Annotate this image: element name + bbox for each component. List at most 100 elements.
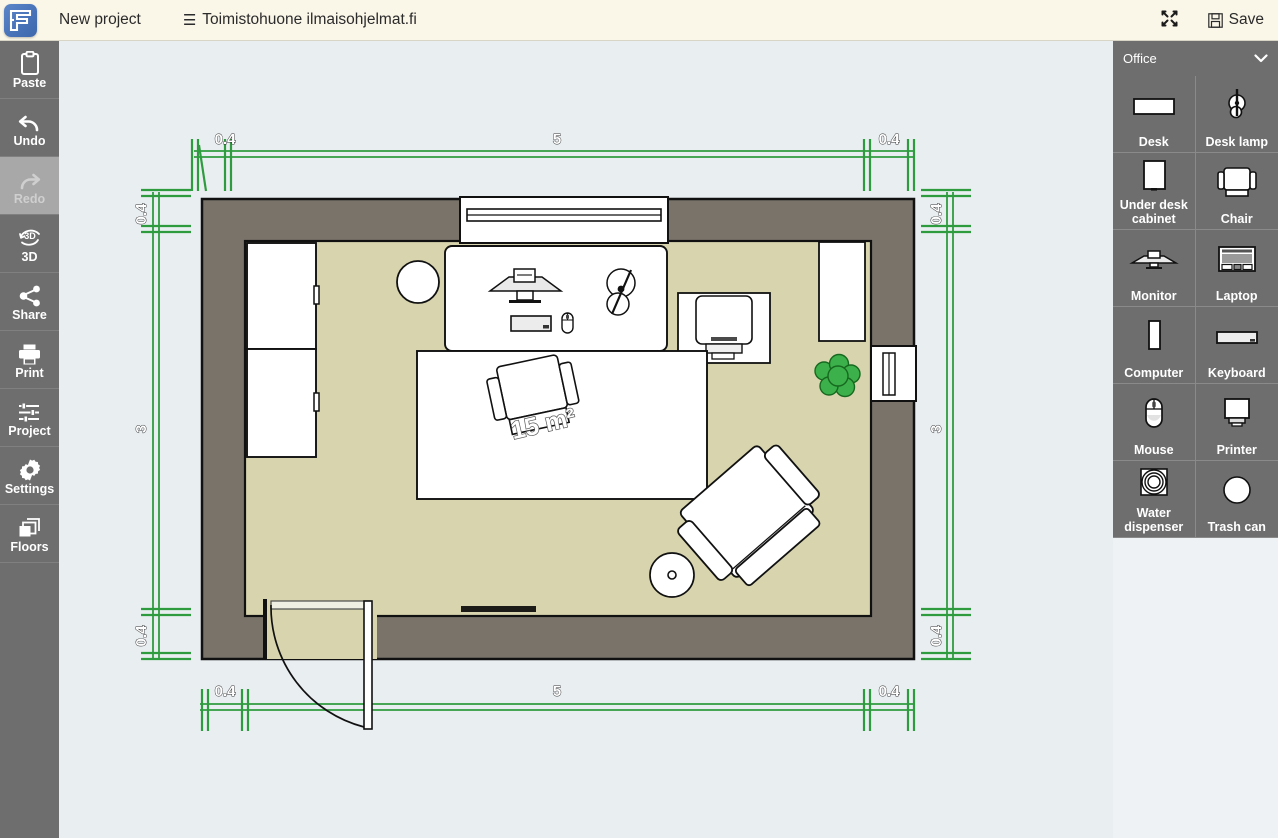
monitor-icon [1113,230,1195,289]
sliders-icon [17,398,42,424]
catalog-item-water-dispenser[interactable]: Water dispenser [1113,461,1196,538]
dim-bottom-center: 5 [553,683,561,700]
catalog-item-label: Computer [1124,366,1184,380]
svg-text:3D: 3D [24,231,36,241]
desk-icon [1113,76,1195,135]
clipboard-icon [19,50,41,76]
floorplan-svg[interactable]: .dimtxt { font-family:"Liberation Sans",… [59,41,1113,838]
floorplan-canvas[interactable]: .dimtxt { font-family:"Liberation Sans",… [59,41,1113,838]
hamburger-menu-icon[interactable]: ☰ [183,11,196,29]
dimension-right: 0.4 3 0.4 [921,188,971,661]
3d-rotate-icon: 3D [16,224,44,250]
catalog-item-label: Printer [1216,443,1257,457]
catalog-item-label: Laptop [1215,289,1258,303]
category-selected-label: Office [1123,51,1157,66]
save-label: Save [1228,11,1264,28]
catalog-item-label: Monitor [1130,289,1177,303]
catalog-grid: Desk Desk lamp Under desk cabinet Chair … [1113,76,1278,538]
dim-right-top: 0.4 [928,203,945,225]
tool-undo[interactable]: Undo [0,99,59,157]
round-table[interactable] [396,260,440,304]
tool-print[interactable]: Print [0,331,59,389]
share-nodes-icon [18,282,42,308]
new-project-button[interactable]: New project [59,11,141,29]
tool-label: Redo [13,191,46,206]
desk[interactable] [444,245,668,352]
tool-label: Print [15,365,44,380]
catalog-item-label: Water dispenser [1124,506,1184,534]
catalog-item-label: Under desk cabinet [1119,198,1188,226]
catalog-item-label: Trash can [1207,520,1266,534]
fullscreen-icon[interactable] [1161,10,1178,30]
printer-item-icon [1196,384,1278,443]
catalog-item-desk[interactable]: Desk [1113,76,1196,153]
window-right[interactable] [870,345,917,402]
catalog-item-label: Desk [1138,135,1169,149]
tool-project[interactable]: Project [0,389,59,447]
cabinet-right[interactable] [818,241,866,342]
tool-floors[interactable]: Floors [0,505,59,563]
redo-arrow-icon [17,166,42,192]
gear-icon [18,456,42,482]
dim-bottom-right: 0.4 [879,683,901,700]
dim-bottom-left: 0.4 [215,683,237,700]
save-button[interactable]: Save [1207,11,1264,29]
printer-icon [17,340,42,366]
cabinet-lower[interactable] [246,348,320,458]
dim-right-bottom: 0.4 [928,625,945,647]
trash-can[interactable] [649,552,695,598]
catalog-item-laptop[interactable]: Laptop [1195,230,1278,307]
catalog-item-desk-lamp[interactable]: Desk lamp [1195,76,1278,153]
new-project-label: New project [59,11,141,28]
catalog-item-trash-can[interactable]: Trash can [1195,461,1278,538]
cabinet-icon [1113,153,1195,198]
catalog-item-label: Desk lamp [1205,135,1269,149]
catalog-item-chair[interactable]: Chair [1195,153,1278,230]
window-top[interactable] [459,196,669,244]
trash-can-icon [1196,461,1278,520]
catalog-panel: Office Desk Desk lamp Under desk cabinet… [1113,41,1278,838]
undo-arrow-icon [17,108,42,134]
catalog-item-label: Keyboard [1207,366,1266,380]
catalog-item-monitor[interactable]: Monitor [1113,230,1196,307]
floor-threshold [461,606,536,612]
mouse[interactable] [561,312,574,334]
tool-label: Floors [10,539,49,554]
tool-3d[interactable]: 3D 3D [0,215,59,273]
catalog-item-computer[interactable]: Computer [1113,307,1196,384]
chevron-down-icon[interactable] [1254,51,1268,66]
dimension-bottom: 0.4 5 0.4 [200,683,916,731]
cabinet-upper[interactable] [246,242,320,350]
water-dispenser-icon [1113,461,1195,506]
dimension-left: 0.4 3 0.4 [133,188,191,661]
category-select[interactable]: Office [1113,41,1278,76]
catalog-item-label: Mouse [1133,443,1174,457]
catalog-item-under-desk-cabinet[interactable]: Under desk cabinet [1113,153,1196,230]
dim-left-center: 3 [133,425,150,433]
mouse-icon [1113,384,1195,443]
keyboard-icon [1196,307,1278,366]
tool-share[interactable]: Share [0,273,59,331]
tool-label: Settings [4,481,55,496]
laptop-icon [1196,230,1278,289]
chair-icon [1196,153,1278,212]
catalog-item-keyboard[interactable]: Keyboard [1195,307,1278,384]
tool-redo: Redo [0,157,59,215]
catalog-item-mouse[interactable]: Mouse [1113,384,1196,461]
project-title-menu[interactable]: ☰ Toimistohuone ilmaisohjelmat.fi [183,11,417,29]
tool-settings[interactable]: Settings [0,447,59,505]
keyboard[interactable] [510,315,552,332]
layers-icon [17,514,42,540]
dim-left-top: 0.4 [133,203,150,225]
computer-tower-icon [1113,307,1195,366]
tool-label: 3D [21,249,38,264]
dim-top-center: 5 [553,131,561,148]
tool-label: Project [8,423,51,438]
tool-paste[interactable]: Paste [0,41,59,99]
catalog-item-printer[interactable]: Printer [1195,384,1278,461]
dim-right-center: 3 [928,425,945,433]
app-logo-icon[interactable] [4,3,37,37]
dimension-top: 0.4 5 0.4 [190,131,916,192]
tool-label: Share [12,307,47,322]
dim-left-bottom: 0.4 [133,625,150,647]
